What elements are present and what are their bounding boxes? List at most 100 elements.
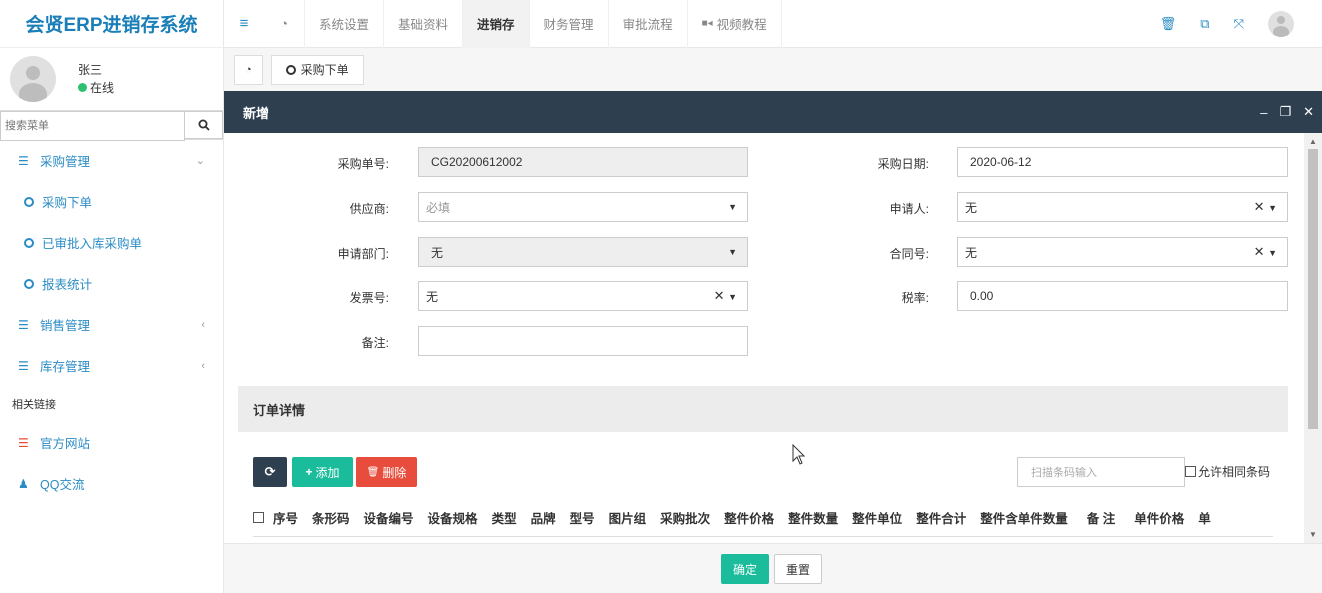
tax-field[interactable]: 0.00	[957, 281, 1288, 311]
table-column-header: 品牌	[530, 512, 556, 526]
sidebar-item-purchase-order[interactable]: 采购下单	[0, 181, 223, 222]
sidebar-item-official-site[interactable]: ☰ 官方网站	[0, 422, 223, 463]
date-field[interactable]: 2020-06-12	[957, 147, 1288, 177]
tab-system-settings[interactable]: 系统设置	[304, 0, 383, 48]
online-dot-icon	[78, 83, 87, 92]
table-column-header: 单件价格	[1134, 512, 1185, 526]
allow-same-checkbox[interactable]	[1185, 466, 1196, 477]
clear-caret-icon[interactable]: ✕ ▼	[714, 288, 737, 304]
invoice-label: 发票号:	[349, 291, 389, 305]
dept-select[interactable]: 无 ▼	[418, 237, 748, 267]
mouse-cursor-icon	[792, 444, 806, 465]
sidebar-item-qq[interactable]: ♟ QQ交流	[0, 463, 223, 504]
sidebar-item-reports[interactable]: 报表统计	[0, 263, 223, 304]
tax-label: 税率:	[901, 291, 929, 305]
applicant-select[interactable]: 无 ✕ ▼	[957, 192, 1288, 222]
modal-footer: 确定 重置	[224, 543, 1322, 593]
menu-toggle-button[interactable]: ≡	[224, 0, 264, 48]
table-column-header: 设备编号	[363, 512, 414, 526]
table-column-header: 整件数量	[788, 512, 839, 526]
page-tab-home[interactable]: ◔	[234, 54, 263, 85]
scroll-down-icon[interactable]: ▼	[1304, 530, 1322, 539]
list-icon: ☰	[18, 435, 29, 450]
search-icon	[198, 119, 210, 131]
dept-label: 申请部门:	[337, 247, 389, 261]
top-navbar: ≡ ◔ 系统设置 基础资料 进销存 财务管理 审批流程 ■◂ 视频教程 🗑 ⧉ ⤧	[224, 0, 1322, 48]
supplier-label: 供应商:	[349, 202, 389, 216]
top-avatar[interactable]	[1268, 10, 1294, 37]
table-header: 序号 条形码 设备编号 设备规格 类型 品牌 型号 图片组 采购批次 整件价格 …	[253, 499, 1273, 537]
scroll-up-icon[interactable]: ▲	[1304, 137, 1322, 146]
order-no-label: 采购单号:	[337, 157, 389, 171]
circle-icon	[24, 278, 34, 289]
select-all-checkbox[interactable]	[253, 512, 264, 523]
user-status: 在线	[78, 79, 114, 97]
table-column-header: 整件价格	[724, 512, 775, 526]
menu-search	[0, 110, 223, 141]
links-header: 相关链接	[12, 399, 56, 411]
sidebar-item-approved-orders[interactable]: 已审批入库采购单	[0, 222, 223, 263]
clear-caret-icon[interactable]: ✕ ▼	[1254, 244, 1277, 260]
maximize-icon[interactable]: ❐	[1279, 104, 1291, 120]
table-column-header: 设备规格	[427, 512, 478, 526]
table-column-header: 整件含单件数量	[980, 512, 1068, 526]
modal-header: 新增 – ❐ ✕	[224, 91, 1322, 133]
page-tab-purchase-order[interactable]: 采购下单	[270, 54, 364, 85]
delete-row-button[interactable]: 🗑 删除	[356, 457, 417, 487]
brand-title[interactable]: 会贤ERP进销存系统	[0, 0, 223, 48]
dashboard-icon: ◔	[245, 63, 252, 76]
chevron-down-icon: ⌄	[195, 155, 205, 167]
invoice-select[interactable]: 无 ✕ ▼	[418, 281, 748, 311]
table-column-header: 序号	[273, 512, 299, 526]
sidebar-item-purchase[interactable]: ☰ 采购管理 ⌄	[0, 140, 223, 181]
user-name: 张三	[78, 63, 103, 77]
clear-caret-icon[interactable]: ✕ ▼	[1254, 199, 1277, 215]
supplier-select[interactable]: 必填 ▼	[418, 192, 748, 222]
tab-finance[interactable]: 财务管理	[528, 0, 608, 48]
add-row-button[interactable]: + 添加	[292, 457, 353, 487]
modal-scrollbar[interactable]: ▲ ▼	[1304, 133, 1322, 543]
applicant-label: 申请人:	[889, 202, 929, 216]
confirm-button[interactable]: 确定	[721, 554, 769, 584]
order-no-field[interactable]: CG20200612002	[418, 147, 748, 177]
date-label: 采购日期:	[877, 157, 929, 171]
remark-label: 备注:	[361, 336, 389, 350]
close-icon[interactable]: ✕	[1303, 104, 1314, 120]
tab-video[interactable]: ■◂ 视频教程	[686, 0, 782, 48]
reset-button[interactable]: 重置	[774, 554, 822, 584]
menu-search-input[interactable]	[0, 111, 185, 141]
circle-icon	[24, 237, 34, 248]
barcode-scan-input[interactable]: 扫描条码输入	[1017, 457, 1185, 487]
table-column-header: 单	[1198, 512, 1211, 526]
table-column-header: 型号	[569, 512, 595, 526]
trash-icon: 🗑	[366, 466, 380, 478]
refresh-icon: ⟳	[264, 464, 276, 479]
dashboard-button[interactable]: ◔	[264, 0, 304, 48]
tab-basic-data[interactable]: 基础资料	[383, 0, 462, 48]
table-column-header: 图片组	[608, 512, 647, 526]
refresh-button[interactable]: ⟳	[253, 457, 287, 487]
table-column-header: 采购批次	[660, 512, 711, 526]
table-column-header: 备 注	[1086, 512, 1116, 526]
minimize-icon[interactable]: –	[1260, 105, 1267, 120]
page-tabs-bar: ◔ 采购下单	[224, 48, 1322, 91]
tab-inventory[interactable]: 进销存	[462, 0, 529, 48]
contract-select[interactable]: 无 ✕ ▼	[957, 237, 1288, 267]
sidebar-item-sales[interactable]: ☰ 销售管理 ‹	[0, 304, 223, 345]
sidebar-item-stock[interactable]: ☰ 库存管理 ‹	[0, 345, 223, 386]
contract-label: 合同号:	[889, 247, 929, 261]
remark-field[interactable]	[418, 326, 748, 356]
tab-approval[interactable]: 审批流程	[607, 0, 687, 48]
list-icon: ☰	[18, 358, 29, 373]
search-button[interactable]	[185, 111, 223, 139]
modal-title: 新增	[243, 105, 270, 121]
circle-icon	[24, 196, 34, 207]
dashboard-icon: ◔	[280, 16, 288, 31]
chevron-left-icon: ‹	[201, 318, 205, 331]
trash-icon[interactable]: 🗑	[1160, 16, 1177, 32]
user-avatar	[10, 56, 56, 102]
fullscreen-icon[interactable]: ⤧	[1234, 16, 1244, 32]
translate-icon[interactable]: ⧉	[1200, 16, 1209, 32]
allow-same-barcode[interactable]: 允许相同条码	[1185, 463, 1270, 480]
scroll-thumb[interactable]	[1308, 149, 1318, 429]
